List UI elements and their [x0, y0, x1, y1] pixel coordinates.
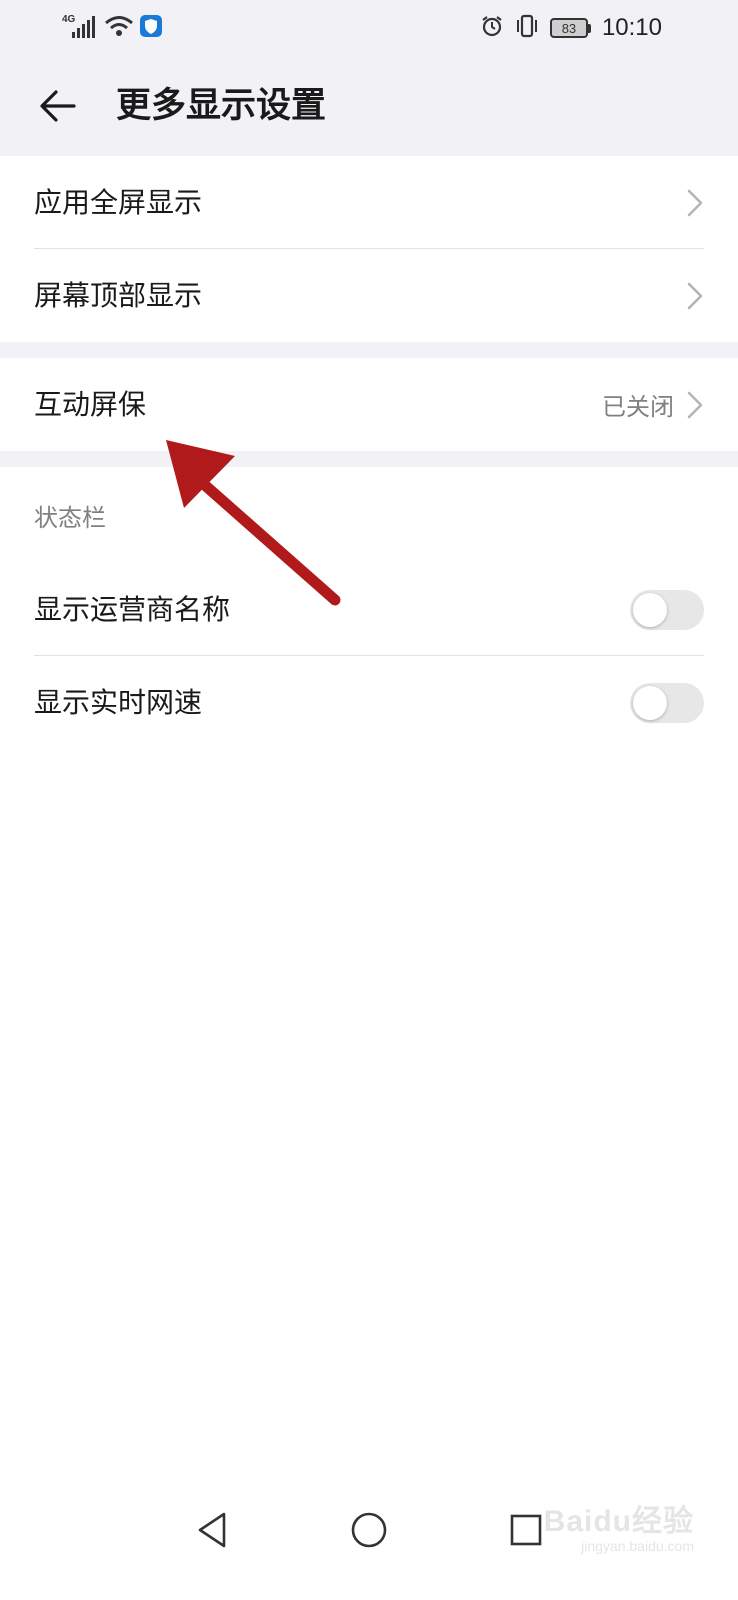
top-screen-display-item[interactable]: 屏幕顶部显示 — [0, 249, 738, 342]
chevron-right-icon — [687, 189, 703, 216]
alarm-icon — [480, 14, 504, 42]
home-circle-icon — [351, 1512, 387, 1548]
show-network-speed-label: 显示实时网速 — [34, 685, 203, 719]
back-triangle-icon — [198, 1512, 226, 1548]
group-screensaver: 互动屏保 已关闭 — [0, 358, 738, 451]
title-bar: 更多显示设置 — [0, 56, 738, 156]
section-header-status-bar: 状态栏 — [34, 503, 106, 532]
group-display-options: 应用全屏显示 屏幕顶部显示 — [0, 156, 738, 342]
chevron-right-icon — [687, 282, 703, 309]
back-button[interactable] — [30, 78, 86, 134]
header-area: 4G 83 10:10 更多显示设置 — [0, 0, 738, 156]
shield-app-icon — [140, 15, 162, 41]
app-fullscreen-label: 应用全屏显示 — [34, 185, 203, 219]
show-carrier-name-label: 显示运营商名称 — [34, 592, 231, 626]
nav-home-button[interactable] — [345, 1506, 393, 1554]
toggle-knob — [633, 685, 667, 720]
status-left: 4G — [62, 14, 162, 42]
toggle-knob — [633, 592, 667, 627]
status-bar: 4G 83 10:10 — [0, 0, 738, 56]
signal-icon: 4G — [62, 14, 98, 42]
baidu-watermark: Baidu经验 jingyan.baidu.com — [544, 1496, 694, 1554]
app-fullscreen-item[interactable]: 应用全屏显示 — [0, 156, 738, 249]
vibrate-icon — [514, 13, 540, 43]
group-status-bar: 状态栏 显示运营商名称 显示实时网速 — [0, 467, 738, 749]
show-network-speed-item: 显示实时网速 — [0, 656, 738, 749]
arrow-left-icon — [40, 90, 76, 122]
watermark-sub: jingyan.baidu.com — [581, 1538, 694, 1554]
page-title: 更多显示设置 — [116, 86, 327, 126]
battery-level: 83 — [561, 20, 577, 36]
recents-square-icon — [510, 1514, 542, 1546]
status-right: 83 10:10 — [480, 14, 662, 42]
watermark-main: Baidu经验 — [543, 1505, 694, 1538]
group-gap — [0, 342, 738, 358]
show-network-speed-toggle[interactable] — [630, 682, 704, 723]
interactive-screensaver-item[interactable]: 互动屏保 已关闭 — [0, 358, 738, 451]
screensaver-status: 已关闭 — [602, 393, 674, 421]
interactive-screensaver-label: 互动屏保 — [34, 387, 147, 421]
chevron-right-icon — [687, 391, 703, 418]
group-gap — [0, 451, 738, 467]
top-screen-display-label: 屏幕顶部显示 — [34, 278, 203, 312]
settings-page: 4G 83 10:10 更多显示设置 应用全屏显示 屏幕顶部显示 互动屏保 已关… — [0, 0, 738, 1600]
show-carrier-name-toggle[interactable] — [630, 589, 704, 630]
nav-back-button[interactable] — [188, 1506, 236, 1554]
show-carrier-name-item: 显示运营商名称 — [0, 563, 738, 656]
battery-icon: 83 — [549, 17, 592, 39]
wifi-icon — [104, 14, 134, 42]
status-time: 10:10 — [601, 14, 662, 41]
